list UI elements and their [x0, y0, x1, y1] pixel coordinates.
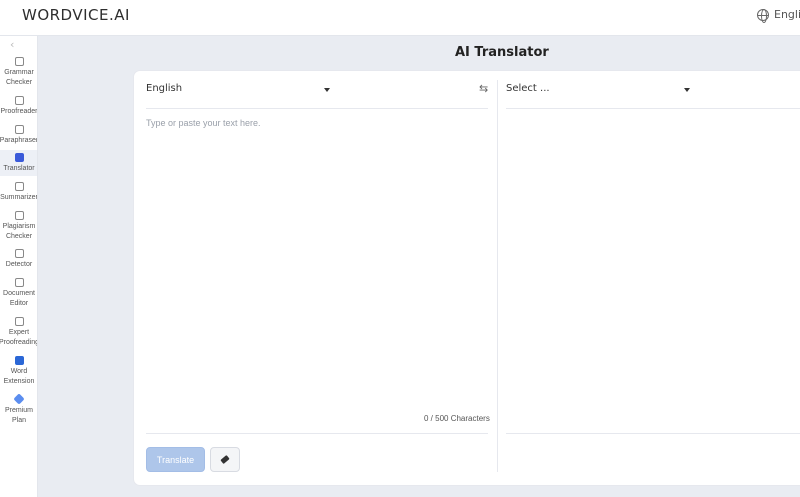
sidebar-item-label: Premium Plan	[4, 407, 33, 424]
swap-languages-icon[interactable]: ⇆	[479, 82, 488, 95]
sidebar-item-word-extension[interactable]: Word Extension	[0, 356, 37, 388]
source-text-input[interactable]	[146, 118, 486, 408]
globe-icon	[757, 8, 769, 23]
summarizer-icon	[14, 182, 24, 191]
sidebar: ‹ Grammar Checker Proofreader Paraphrase…	[0, 36, 38, 497]
sidebar-item-translator[interactable]: Translator	[0, 150, 37, 176]
source-language-select[interactable]: English	[146, 83, 182, 94]
source-bottom-divider	[146, 433, 488, 434]
sidebar-item-document-editor[interactable]: Document Editor	[0, 278, 37, 310]
target-language-select[interactable]: Select ...	[506, 83, 550, 94]
sidebar-item-label: Word Extension	[3, 368, 35, 385]
grammar-checker-icon	[14, 57, 24, 66]
sidebar-item-label: Summarizer	[0, 194, 38, 201]
paraphraser-icon	[14, 125, 24, 134]
eraser-icon	[220, 455, 230, 464]
language-switcher[interactable]: Englis	[757, 8, 800, 23]
sidebar-item-label: Grammar Checker	[4, 69, 34, 86]
sidebar-item-paraphraser[interactable]: Paraphraser	[0, 125, 38, 147]
clear-text-button[interactable]	[210, 447, 240, 472]
proofreader-icon	[14, 96, 24, 105]
source-divider	[146, 108, 488, 109]
sidebar-item-expert-proofreading[interactable]: Expert Proofreading	[0, 317, 38, 349]
sidebar-item-proofreader[interactable]: Proofreader	[0, 96, 38, 118]
sidebar-item-detector[interactable]: Detector	[0, 249, 37, 271]
target-bottom-divider	[506, 433, 800, 434]
premium-plan-icon	[13, 393, 25, 405]
translator-icon	[14, 153, 24, 162]
sidebar-item-label: Translator	[3, 165, 35, 172]
translate-button[interactable]: Translate	[146, 447, 205, 472]
sidebar-item-plagiarism-checker[interactable]: Plagiarism Checker	[0, 211, 37, 243]
sidebar-item-label: Proofreader	[0, 108, 38, 115]
top-bar: WORDVICE.AI Englis	[0, 0, 800, 36]
sidebar-item-summarizer[interactable]: Summarizer	[0, 182, 38, 204]
sidebar-item-grammar-checker[interactable]: Grammar Checker	[0, 57, 37, 92]
panel-divider	[497, 80, 498, 472]
sidebar-item-label: Expert Proofreading	[0, 329, 38, 346]
page-title: AI Translator	[455, 45, 549, 60]
target-language-caret-icon[interactable]	[684, 88, 690, 92]
sidebar-item-premium-plan[interactable]: Premium Plan	[0, 393, 37, 426]
sidebar-item-label: Plagiarism Checker	[2, 223, 36, 240]
target-divider	[506, 108, 800, 109]
ai-detector-icon	[14, 249, 24, 258]
source-language-caret-icon[interactable]	[324, 88, 330, 92]
word-extension-icon	[14, 356, 24, 365]
expert-proofreading-icon	[14, 317, 24, 326]
language-switcher-label: Englis	[774, 8, 800, 21]
sidebar-item-label: Document Editor	[3, 290, 35, 307]
document-editor-icon	[14, 278, 24, 287]
wordvice-logo[interactable]: WORDVICE.AI	[22, 6, 130, 24]
sidebar-item-label: Detector	[5, 261, 33, 268]
collapse-sidebar-icon[interactable]: ‹	[10, 38, 14, 51]
sidebar-item-label: Paraphraser	[0, 137, 38, 144]
character-counter: 0 / 500 Characters	[424, 414, 490, 423]
plagiarism-checker-icon	[14, 211, 24, 220]
